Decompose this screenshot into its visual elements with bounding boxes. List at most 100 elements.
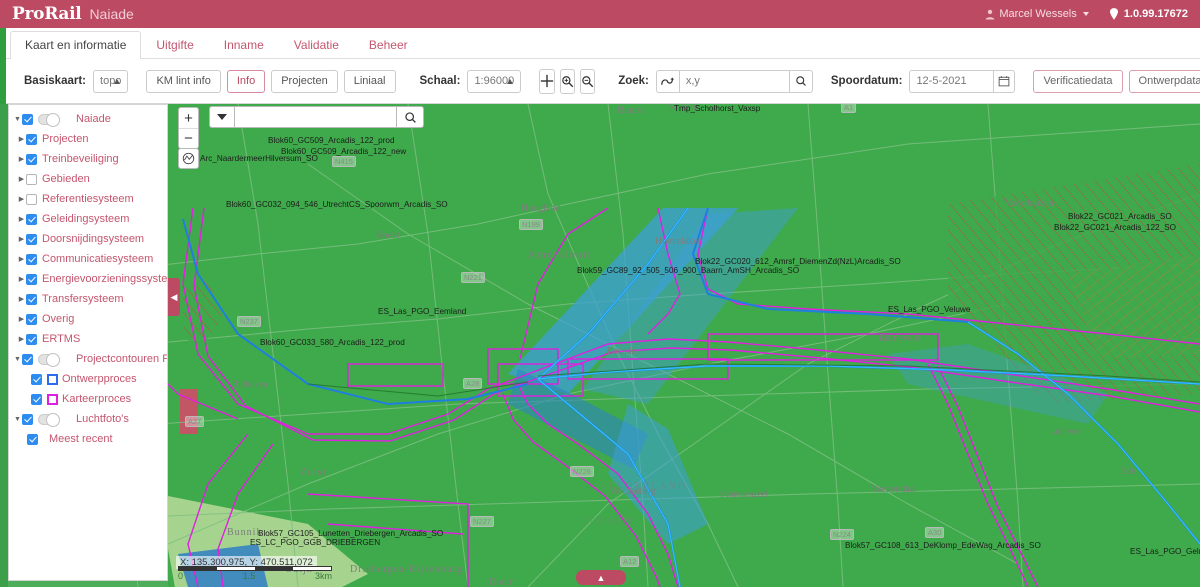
tree-checkbox[interactable] bbox=[26, 193, 37, 205]
feature-label: Blok57_GC105_Lunetten_Driebergen_Arcadis… bbox=[258, 529, 444, 538]
map-zoom-control[interactable]: + − bbox=[178, 107, 199, 149]
tab-inname[interactable]: Inname bbox=[209, 31, 279, 59]
sidebar-item-ontwerpproces[interactable]: Ontwerpproces bbox=[9, 369, 167, 389]
tree-checkbox[interactable] bbox=[22, 413, 33, 425]
visibility-toggle[interactable] bbox=[38, 113, 60, 127]
bottom-panel-expand-button[interactable]: ▲ bbox=[576, 570, 626, 585]
sidebar-item-transfersysteem[interactable]: ▶ Transfersysteem bbox=[9, 289, 167, 309]
brand[interactable]: ProRail Naiade bbox=[12, 4, 134, 24]
chevron-down-icon[interactable]: ▼ bbox=[13, 416, 22, 423]
tab-validatie[interactable]: Validatie bbox=[279, 31, 354, 59]
basiskaart-select[interactable]: topo bbox=[93, 69, 129, 93]
map-canvas[interactable]: Baarn Soest Hoogland Amersfoort Hoevelak… bbox=[8, 104, 1200, 587]
chevron-right-icon[interactable]: ▶ bbox=[17, 196, 26, 203]
spoordatum-input[interactable] bbox=[909, 69, 994, 93]
sidebar-item-luchtfotos[interactable]: ▼ Luchtfoto's bbox=[9, 409, 167, 429]
chevron-right-icon[interactable]: ▶ bbox=[17, 316, 26, 323]
chevron-right-icon[interactable]: ▶ bbox=[17, 156, 26, 163]
tree-label: Transfersysteem bbox=[42, 293, 124, 305]
map-search-bar[interactable] bbox=[209, 106, 424, 128]
tree-root-naiade[interactable]: ▼ Naiade bbox=[9, 109, 167, 129]
sidebar-item-geleidingsysteem[interactable]: ▶ Geleidingsysteem bbox=[9, 209, 167, 229]
map-locate-button[interactable] bbox=[178, 148, 199, 169]
map-search-type-dropdown[interactable] bbox=[209, 106, 235, 128]
road-shield: A30 bbox=[925, 527, 945, 538]
liniaal-button[interactable]: Liniaal bbox=[343, 69, 396, 93]
tree-checkbox[interactable] bbox=[26, 293, 37, 305]
chevron-right-icon[interactable]: ▶ bbox=[17, 336, 26, 343]
tree-checkbox[interactable] bbox=[31, 393, 42, 405]
tree-checkbox[interactable] bbox=[27, 433, 38, 445]
map-search-submit-button[interactable] bbox=[397, 106, 424, 128]
verificatiedata-button[interactable]: Verificatiedata bbox=[1033, 69, 1123, 93]
map-zoom-in-button[interactable]: + bbox=[179, 108, 198, 128]
chevron-right-icon[interactable]: ▶ bbox=[17, 136, 26, 143]
tree-checkbox[interactable] bbox=[26, 213, 37, 225]
zoom-out-icon bbox=[582, 75, 594, 87]
chevron-right-icon[interactable]: ▶ bbox=[17, 276, 26, 283]
ontwerpdata-button[interactable]: Ontwerpdata bbox=[1128, 69, 1200, 93]
sidebar-item-ertms[interactable]: ▶ ERTMS bbox=[9, 329, 167, 349]
tree-label: Doorsnijdingsysteem bbox=[42, 233, 145, 245]
pan-tool-button[interactable] bbox=[539, 68, 556, 94]
tree-checkbox[interactable] bbox=[22, 113, 33, 125]
chevron-right-icon[interactable]: ▶ bbox=[17, 296, 26, 303]
app-header: ProRail Naiade Marcel Wessels 1.0.99.176… bbox=[0, 0, 1200, 28]
visibility-toggle[interactable] bbox=[38, 353, 60, 367]
tree-checkbox[interactable] bbox=[26, 273, 37, 285]
tree-checkbox[interactable] bbox=[31, 373, 42, 385]
tree-checkbox[interactable] bbox=[26, 173, 37, 185]
tree-checkbox[interactable] bbox=[26, 313, 37, 325]
chevron-right-icon[interactable]: ▼ bbox=[13, 116, 22, 123]
zoom-out-tool-button[interactable] bbox=[580, 68, 596, 94]
zoek-submit-button[interactable] bbox=[788, 69, 813, 93]
tree-label: Overig bbox=[42, 313, 75, 325]
chevron-right-icon[interactable]: ▶ bbox=[17, 216, 26, 223]
zoek-type-button[interactable] bbox=[655, 69, 679, 93]
sidebar-item-projecten[interactable]: ▶ Projecten bbox=[9, 129, 167, 149]
tab-uitgifte[interactable]: Uitgifte bbox=[141, 31, 208, 59]
tree-checkbox[interactable] bbox=[22, 353, 33, 365]
sidebar-item-treinbeveiliging[interactable]: ▶ Treinbeveiliging bbox=[9, 149, 167, 169]
visibility-toggle[interactable] bbox=[38, 413, 60, 427]
map-search-input[interactable] bbox=[235, 106, 397, 128]
sidebar-item-gebieden[interactable]: ▶ Gebieden bbox=[9, 169, 167, 189]
chevron-right-icon[interactable]: ▶ bbox=[17, 256, 26, 263]
info-button[interactable]: Info bbox=[226, 69, 266, 93]
sidebar-item-karteerproces[interactable]: Karteerproces bbox=[9, 389, 167, 409]
tree-checkbox[interactable] bbox=[26, 233, 37, 245]
tree-checkbox[interactable] bbox=[26, 253, 37, 265]
place-label: Driebergen-Rijsenburg bbox=[350, 564, 463, 575]
place-label: Baarn bbox=[617, 104, 644, 116]
tab-kaart-en-informatie[interactable]: Kaart en informatie bbox=[10, 30, 142, 59]
sidebar-item-communicatiesysteem[interactable]: ▶ Communicatiesysteem bbox=[9, 249, 167, 269]
sidebar-collapse-button[interactable]: ◀ bbox=[168, 278, 180, 316]
tree-checkbox[interactable] bbox=[26, 153, 37, 165]
user-menu[interactable]: Marcel Wessels bbox=[985, 8, 1089, 20]
layer-tree-panel[interactable]: ▼ Naiade ▶ Projecten ▶ Treinbeveiliging … bbox=[8, 104, 168, 581]
place-label: Bilthoven bbox=[232, 379, 268, 389]
sidebar-item-projectcontouren-plandix[interactable]: ▼ Projectcontouren Plandix bbox=[9, 349, 167, 369]
zoom-in-tool-button[interactable] bbox=[560, 68, 576, 94]
sidebar-item-referentiesysteem[interactable]: ▶ Referentiesysteem bbox=[9, 189, 167, 209]
tree-checkbox[interactable] bbox=[26, 133, 37, 145]
zoek-input[interactable] bbox=[678, 69, 789, 93]
sidebar-item-doorsnijdingsysteem[interactable]: ▶ Doorsnijdingsysteem bbox=[9, 229, 167, 249]
sidebar-item-energievoorzieningssysteem[interactable]: ▶ Energievoorzieningssysteem bbox=[9, 269, 167, 289]
schaal-select[interactable]: 1:96000 bbox=[467, 69, 522, 93]
sidebar-item-meest-recent[interactable]: Meest recent bbox=[9, 429, 167, 449]
km-lint-info-button[interactable]: KM lint info bbox=[146, 69, 221, 93]
sidebar-item-overig[interactable]: ▶ Overig bbox=[9, 309, 167, 329]
chevron-down-icon[interactable]: ▼ bbox=[13, 356, 22, 363]
tree-label: Projectcontouren Plandix bbox=[76, 353, 167, 365]
tab-beheer[interactable]: Beheer bbox=[354, 31, 423, 59]
map-zoom-out-button[interactable]: − bbox=[179, 128, 198, 148]
feature-label: Blok60_GC033_580_Arcadis_122_prod bbox=[260, 338, 405, 347]
spoordatum-calendar-button[interactable] bbox=[993, 69, 1016, 93]
place-label: Hoogland bbox=[521, 203, 561, 214]
chevron-right-icon[interactable]: ▶ bbox=[17, 176, 26, 183]
tree-checkbox[interactable] bbox=[26, 333, 37, 345]
projecten-button[interactable]: Projecten bbox=[271, 69, 338, 93]
chevron-right-icon[interactable]: ▶ bbox=[17, 236, 26, 243]
place-label: UTRECHT bbox=[580, 516, 636, 526]
